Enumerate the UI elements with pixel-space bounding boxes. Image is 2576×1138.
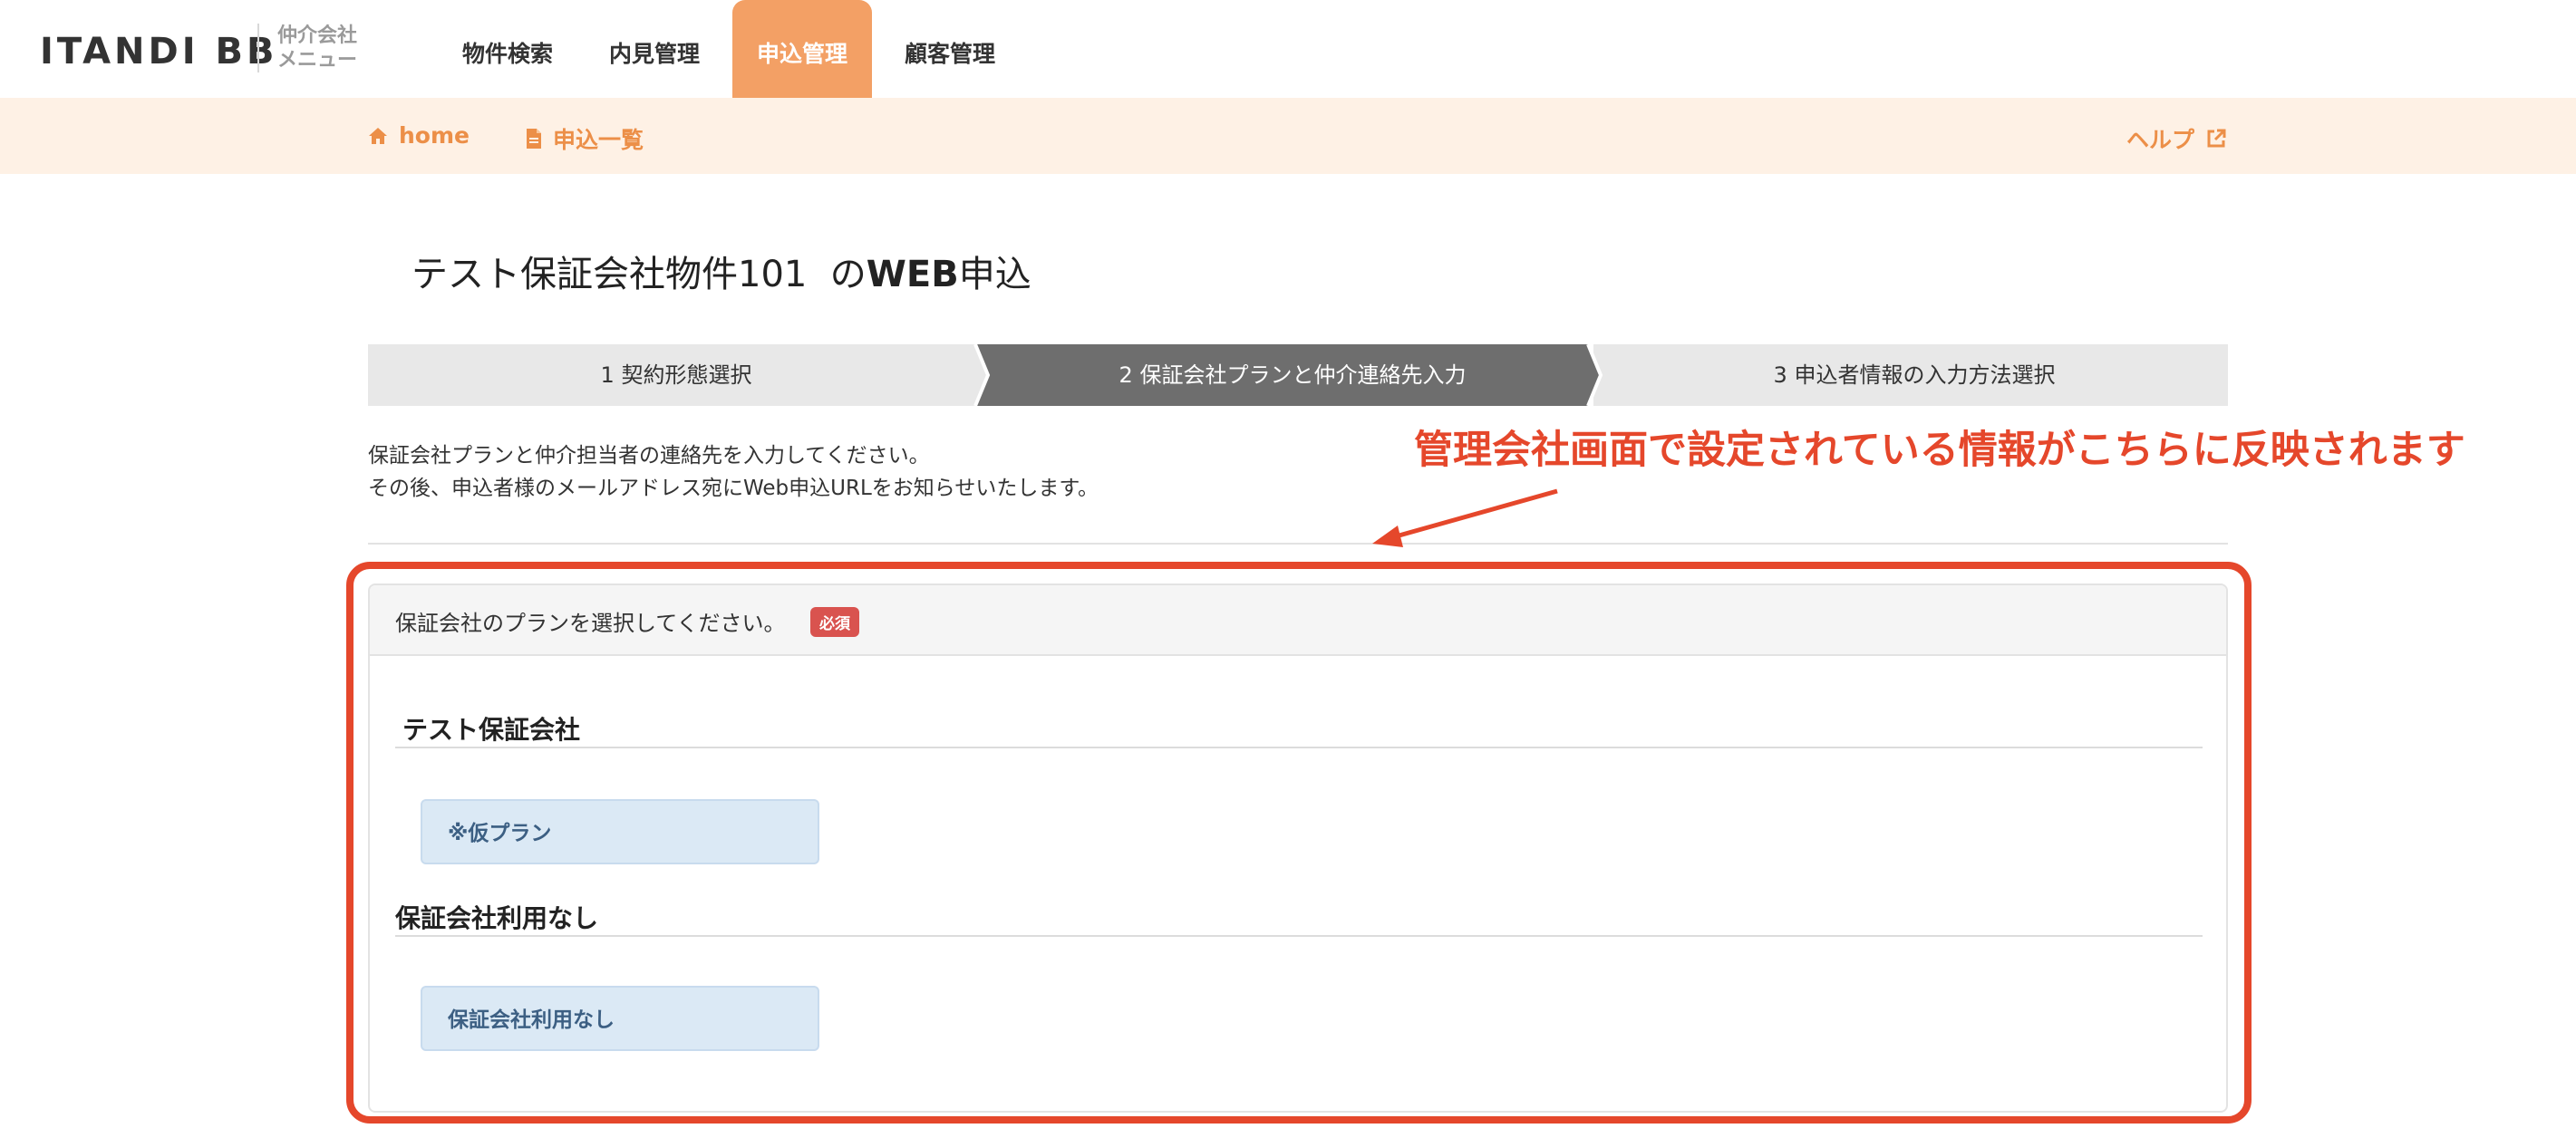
logo-subtitle-line2: メニュー [277,49,358,72]
intro-line-2: その後、申込者様のメールアドレス宛にWeb申込URLをお知らせいたします。 [368,477,1099,500]
annotation-text: 管理会社画面で設定されている情報がこちらに反映されます [1414,428,2465,473]
page-title-web: WEB [866,254,959,295]
external-link-icon [2207,129,2226,148]
section-divider [368,543,2228,545]
document-icon [527,129,541,149]
home-link[interactable]: home [368,122,470,149]
logo-subtitle-line1: 仲介会社 [277,24,358,47]
step-2-guarantor-plan: 2 保証会社プランと仲介連絡先入力 [1119,362,1467,388]
page-title-no: の [829,254,867,295]
nav-property-search[interactable]: 物件検索 [435,0,580,98]
nav-customer-management[interactable]: 顧客管理 [877,0,1022,98]
step-1-contract-type: 1 契約形態選択 [600,362,752,388]
itandi-bb-logo[interactable]: ITANDI BB [40,31,277,72]
nav-viewing-management[interactable]: 内見管理 [582,0,727,98]
intro-line-1: 保証会社プランと仲介担当者の連絡先を入力してください。 [368,444,930,468]
help-link-label: ヘルプ [2126,127,2195,153]
page-title: テスト保証会社物件101 のWEB申込 [412,245,1031,297]
logo-separator [257,24,259,72]
page-title-property: テスト保証会社物件101 [412,254,808,295]
help-link[interactable]: ヘルプ [2126,122,2227,155]
nav-application-management[interactable]: 申込管理 [732,0,872,98]
step-progress: 1 契約形態選択 2 保証会社プランと仲介連絡先入力 3 申込者情報の入力方法選… [368,344,2228,406]
sub-navigation: home 申込一覧 ヘルプ [0,98,2576,174]
intro-text: 保証会社プランと仲介担当者の連絡先を入力してください。 その後、申込者様のメール… [368,439,1099,505]
top-header: ITANDI BB 仲介会社 メニュー 物件検索 内見管理 申込管理 顧客管理 [0,0,2576,100]
annotation-highlight-frame [346,562,2252,1124]
page-title-application: 申込 [958,254,1031,295]
application-list-link[interactable]: 申込一覧 [526,122,644,155]
application-list-label: 申込一覧 [553,127,644,153]
step-3-applicant-info: 3 申込者情報の入力方法選択 [1773,362,2056,388]
home-icon [369,127,387,144]
home-link-label: home [399,122,470,149]
logo-subtitle: 仲介会社 メニュー [277,24,357,72]
